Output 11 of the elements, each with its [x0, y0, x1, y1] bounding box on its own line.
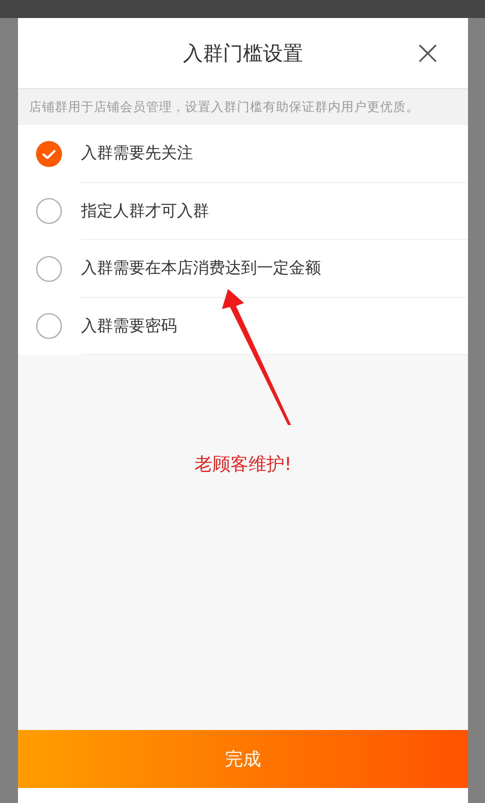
option-label[interactable]: 入群需要先关注: [81, 141, 193, 166]
annotation-text: 老顾客维护!: [194, 454, 292, 475]
close-button[interactable]: ×: [410, 36, 446, 70]
option-label[interactable]: 指定人群才可入群: [81, 198, 209, 223]
radio-icon[interactable]: [36, 256, 62, 282]
checked-radio-icon[interactable]: [36, 140, 62, 167]
radio-icon[interactable]: [36, 198, 62, 224]
option-label[interactable]: 入群需要密码: [81, 314, 177, 338]
dialog-title: 入群门槛设置: [183, 40, 303, 67]
radio-icon[interactable]: [36, 313, 62, 340]
notice-text: 店铺群用于店铺会员管理，设置入群门槛有助保证群内用户更优质。: [29, 98, 419, 116]
